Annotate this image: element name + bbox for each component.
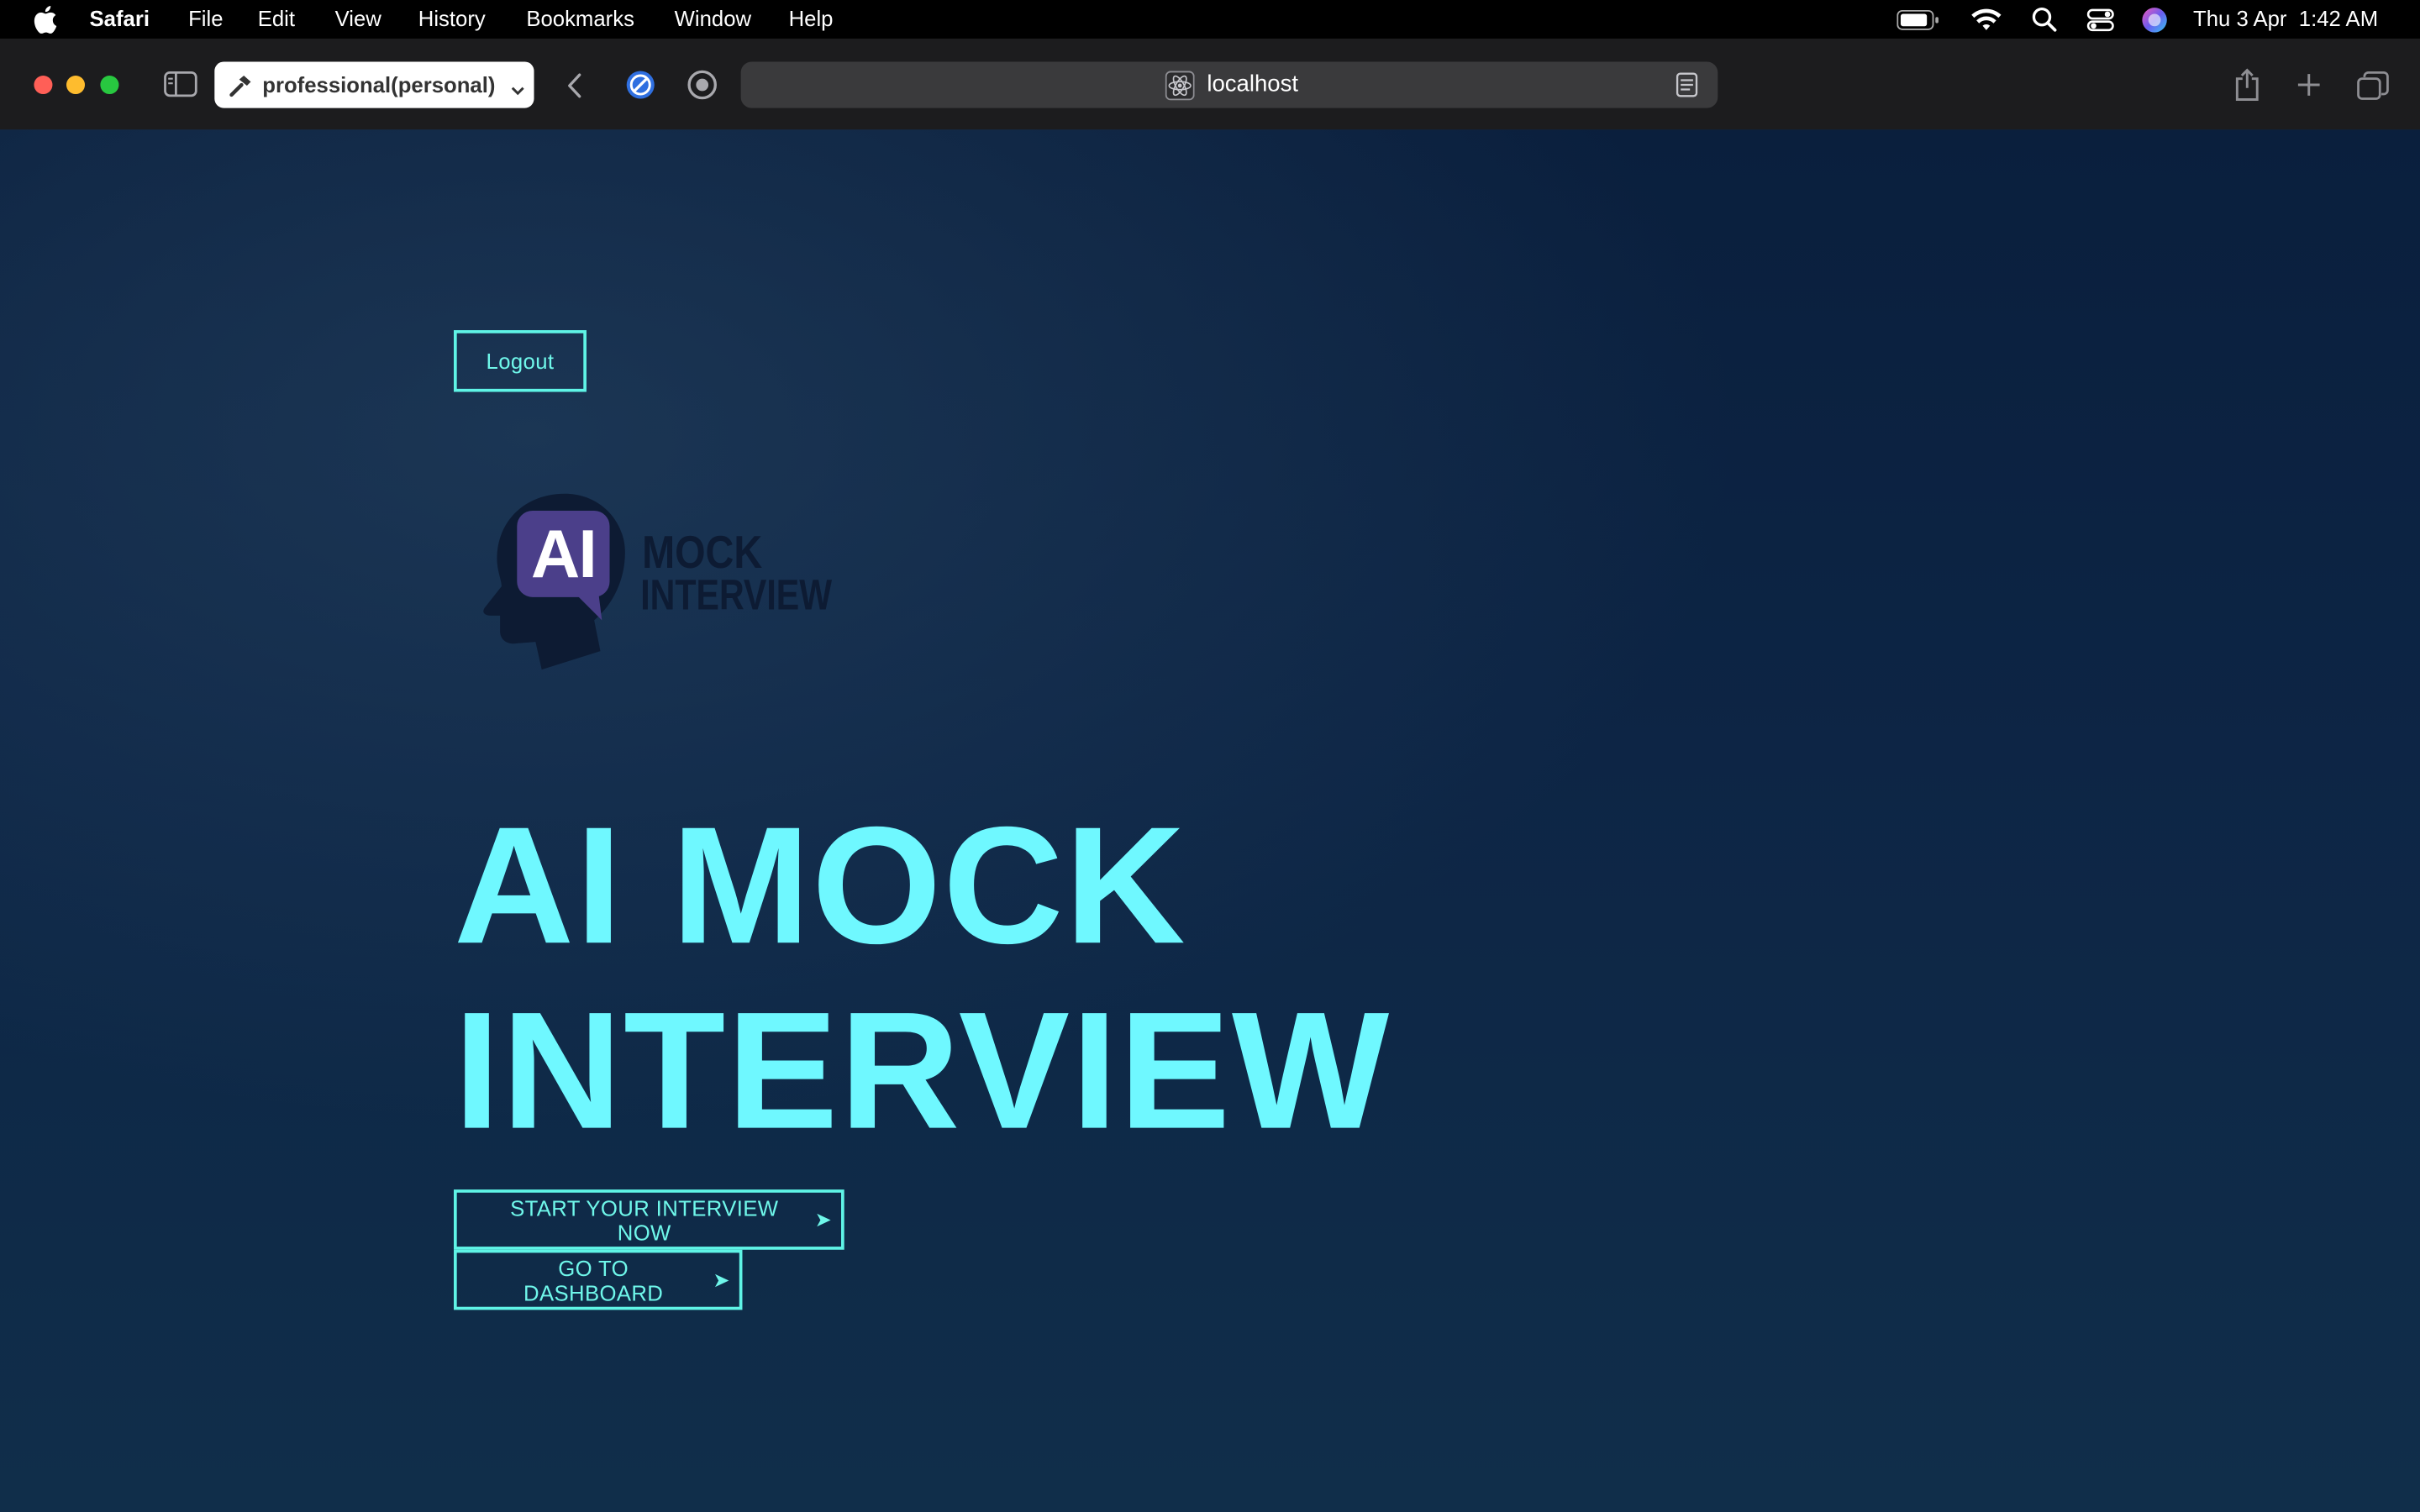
siri-icon[interactable] xyxy=(2141,5,2169,34)
menu-edit[interactable]: Edit xyxy=(258,6,295,32)
share-icon[interactable] xyxy=(2230,66,2264,103)
close-window-button[interactable] xyxy=(34,76,53,95)
new-tab-plus-icon[interactable] xyxy=(2292,68,2326,102)
reader-view-icon[interactable] xyxy=(1676,72,1698,103)
arrow-right-icon: ➤ xyxy=(713,1267,730,1291)
arrow-right-icon: ➤ xyxy=(814,1207,832,1231)
menu-bar: Safari File Edit View History Bookmarks … xyxy=(0,0,2420,39)
browser-toolbar: professional(personal) localhost xyxy=(0,38,2420,132)
menu-help[interactable]: Help xyxy=(789,6,834,32)
menu-app-name[interactable]: Safari xyxy=(90,6,150,32)
profile-label: professional(personal) xyxy=(262,72,496,97)
menu-view[interactable]: View xyxy=(335,6,381,32)
control-center-icon[interactable] xyxy=(2086,5,2114,34)
go-to-dashboard-label: GO TO DASHBOARD xyxy=(523,1255,664,1305)
menu-bookmarks[interactable]: Bookmarks xyxy=(526,6,634,32)
hammer-icon xyxy=(229,74,253,102)
address-text: localhost xyxy=(1207,71,1299,97)
hero-title-line2: INTERVIEW xyxy=(454,976,1392,1163)
minimize-window-button[interactable] xyxy=(66,76,86,95)
wifi-icon[interactable] xyxy=(1971,5,2002,34)
menu-window[interactable]: Window xyxy=(675,6,751,32)
logo-badge-text: AI xyxy=(530,517,597,593)
go-to-dashboard-button[interactable]: GO TO DASHBOARD ➤ xyxy=(454,1249,743,1310)
chevron-down-icon xyxy=(511,77,525,102)
start-interview-button[interactable]: START YOUR INTERVIEW NOW ➤ xyxy=(454,1189,844,1250)
battery-icon[interactable] xyxy=(1897,5,1939,34)
extension-record-icon[interactable] xyxy=(686,68,719,102)
extension-blocker-icon[interactable] xyxy=(623,68,657,102)
start-interview-label: START YOUR INTERVIEW NOW xyxy=(510,1194,779,1245)
clock[interactable]: Thu 3 Apr 1:42 AM xyxy=(2193,6,2378,32)
sidebar-toggle-icon[interactable] xyxy=(164,68,197,99)
profile-selector[interactable]: professional(personal) xyxy=(214,61,534,108)
logo-word-interview: INTERVIEW xyxy=(640,570,833,619)
tab-overview-icon[interactable] xyxy=(2354,68,2391,102)
zoom-window-button[interactable] xyxy=(100,76,119,95)
react-favicon-icon xyxy=(1165,71,1195,106)
menu-history[interactable]: History xyxy=(418,6,486,32)
spotlight-search-icon[interactable] xyxy=(2031,5,2057,34)
logout-button[interactable]: Logout xyxy=(454,330,587,392)
apple-icon[interactable] xyxy=(33,5,57,34)
menu-file[interactable]: File xyxy=(188,6,223,32)
back-arrow-icon[interactable] xyxy=(562,70,587,101)
ai-mock-interview-logo: AI MOCK MOCK INTERVIEW xyxy=(481,487,832,675)
page-content: Logout AI MOCK MOCK INTERVIEW AI MOCK IN… xyxy=(0,129,2420,1512)
address-bar[interactable]: localhost xyxy=(740,61,1718,108)
hero-title-line1: AI MOCK xyxy=(454,791,1187,979)
